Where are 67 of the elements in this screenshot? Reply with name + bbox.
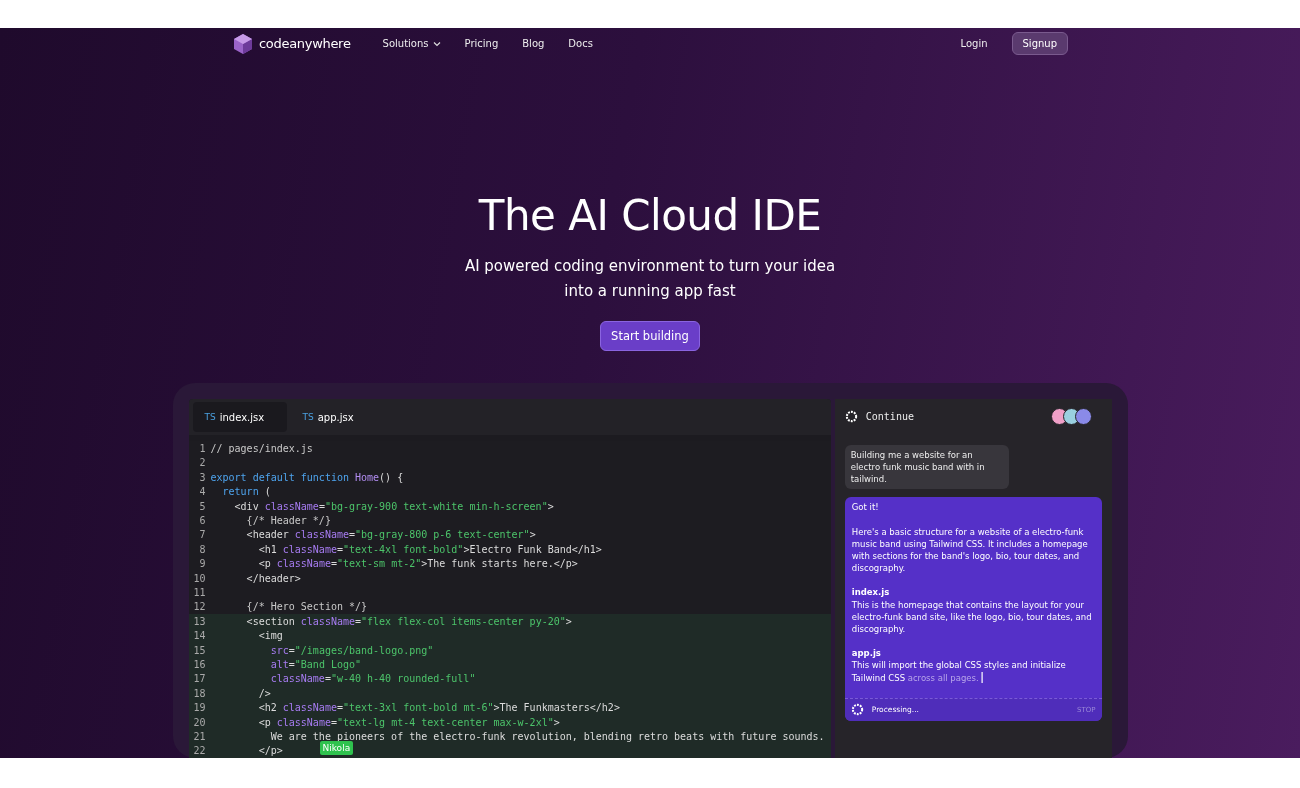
line-number: 2 [198,457,207,469]
login-link[interactable]: Login [960,38,988,50]
code-line: // pages/index.js [210,443,313,455]
line-number: 11 [192,587,207,598]
line-number: 10 [192,572,207,584]
line-number: 16 [192,658,207,670]
reply-paragraph: Got it! [851,501,880,514]
reply-heading: index.js [851,586,891,599]
code-line: {/* Hero Section */} [245,601,368,613]
line-number: 20 [192,716,207,728]
signup-button[interactable]: Signup [1011,32,1068,56]
line-number: 4 [198,486,207,498]
line-number: 18 [192,687,207,699]
line-number: 13 [192,615,207,627]
line-number: 5 [198,500,207,512]
chevron-down-icon [432,40,441,47]
hero-subtitle: AI powered coding environment to turn your idea into a running app fast [463,256,837,303]
text-cursor [980,671,984,683]
spinner-icon [850,703,864,717]
line-number: 22 [192,745,207,757]
reply-paragraph: Here's a basic structure for a website of a electro-funk music band using Tailwind CSS. It includes a homepage with sections for the band's logo, bio, tour dates, and discography. [851,525,1089,575]
line-number: 12 [192,601,207,613]
line-number: 9 [198,558,207,570]
code-line: export default function Home() { [210,471,404,483]
file-tab[interactable]: TS index.jsx [192,402,287,433]
user-message: Building me a website for an electro funk music band with in tailwind. [844,445,1009,490]
code-line: className="w-40 h-40 rounded-full" [269,673,476,685]
reply-heading: app.js [851,647,882,660]
code-line: {/* Header */} [245,515,331,527]
code-line: </header> [245,572,301,584]
code-line: <p className="text-lg mt-4 text-center max-w-2xl"> [257,716,560,728]
code-line: <h1 className="text-4xl font-bold">Electro Funk Band</h1> [257,543,602,555]
reply-paragraph: This is the homepage that contains the layout for your electro-funk band site, like the logo, bio, tour dates, and discography. [851,598,1093,636]
reply-paragraph: This will import the global CSS styles and initialize Tailwind CSS across all pages. [851,659,1067,684]
nav-link[interactable]: Blog [522,38,545,50]
line-number: 3 [198,471,207,483]
code-line: <div className="bg-gray-900 text-white min-h-screen"> [233,500,554,512]
line-number: 6 [198,515,207,527]
line-number: 19 [192,702,207,714]
code-line: <h2 className="text-3xl font-bold mt-6">The Funkmasters</h2> [257,702,620,714]
code-line: return ( [221,486,271,498]
nav-link[interactable]: Docs [568,38,593,50]
line-number: 1 [198,443,207,455]
line-number: 17 [192,673,207,685]
line-number: 8 [198,543,207,555]
start-building-button[interactable]: Start building [600,321,700,352]
code-line: <header className="bg-gray-800 p-6 text-center"> [245,529,536,541]
code-line: <section className="flex flex-col items-center py-20"> [245,615,572,627]
line-number: 7 [198,529,207,541]
line-number: 15 [192,644,207,656]
code-line: </p> [257,745,283,757]
code-line: /> [257,687,271,699]
line-number: 14 [192,630,207,642]
code-line: We are the pioneers of the electro-funk revolution, blending retro beats with future sounds. [269,730,825,742]
code-line: <img [257,630,283,642]
logo-icon [232,32,254,55]
logo-wordmark: codeanywhere [259,36,351,52]
nav-link[interactable]: Solutions [382,38,441,50]
chat-title: Continue [865,410,914,422]
hero-title: The AI Cloud IDE [478,191,822,241]
line-number: 21 [192,730,207,742]
file-tab[interactable]: TS app.jsx [290,402,366,433]
code-line: alt="Band Logo" [269,658,362,670]
nav-link[interactable]: Pricing [464,38,499,50]
ring-logo-icon [844,409,858,423]
code-line: src="/images/band-logo.png" [269,644,434,656]
code-line: <p className="text-sm mt-2">The funk starts here.</p> [257,558,578,570]
